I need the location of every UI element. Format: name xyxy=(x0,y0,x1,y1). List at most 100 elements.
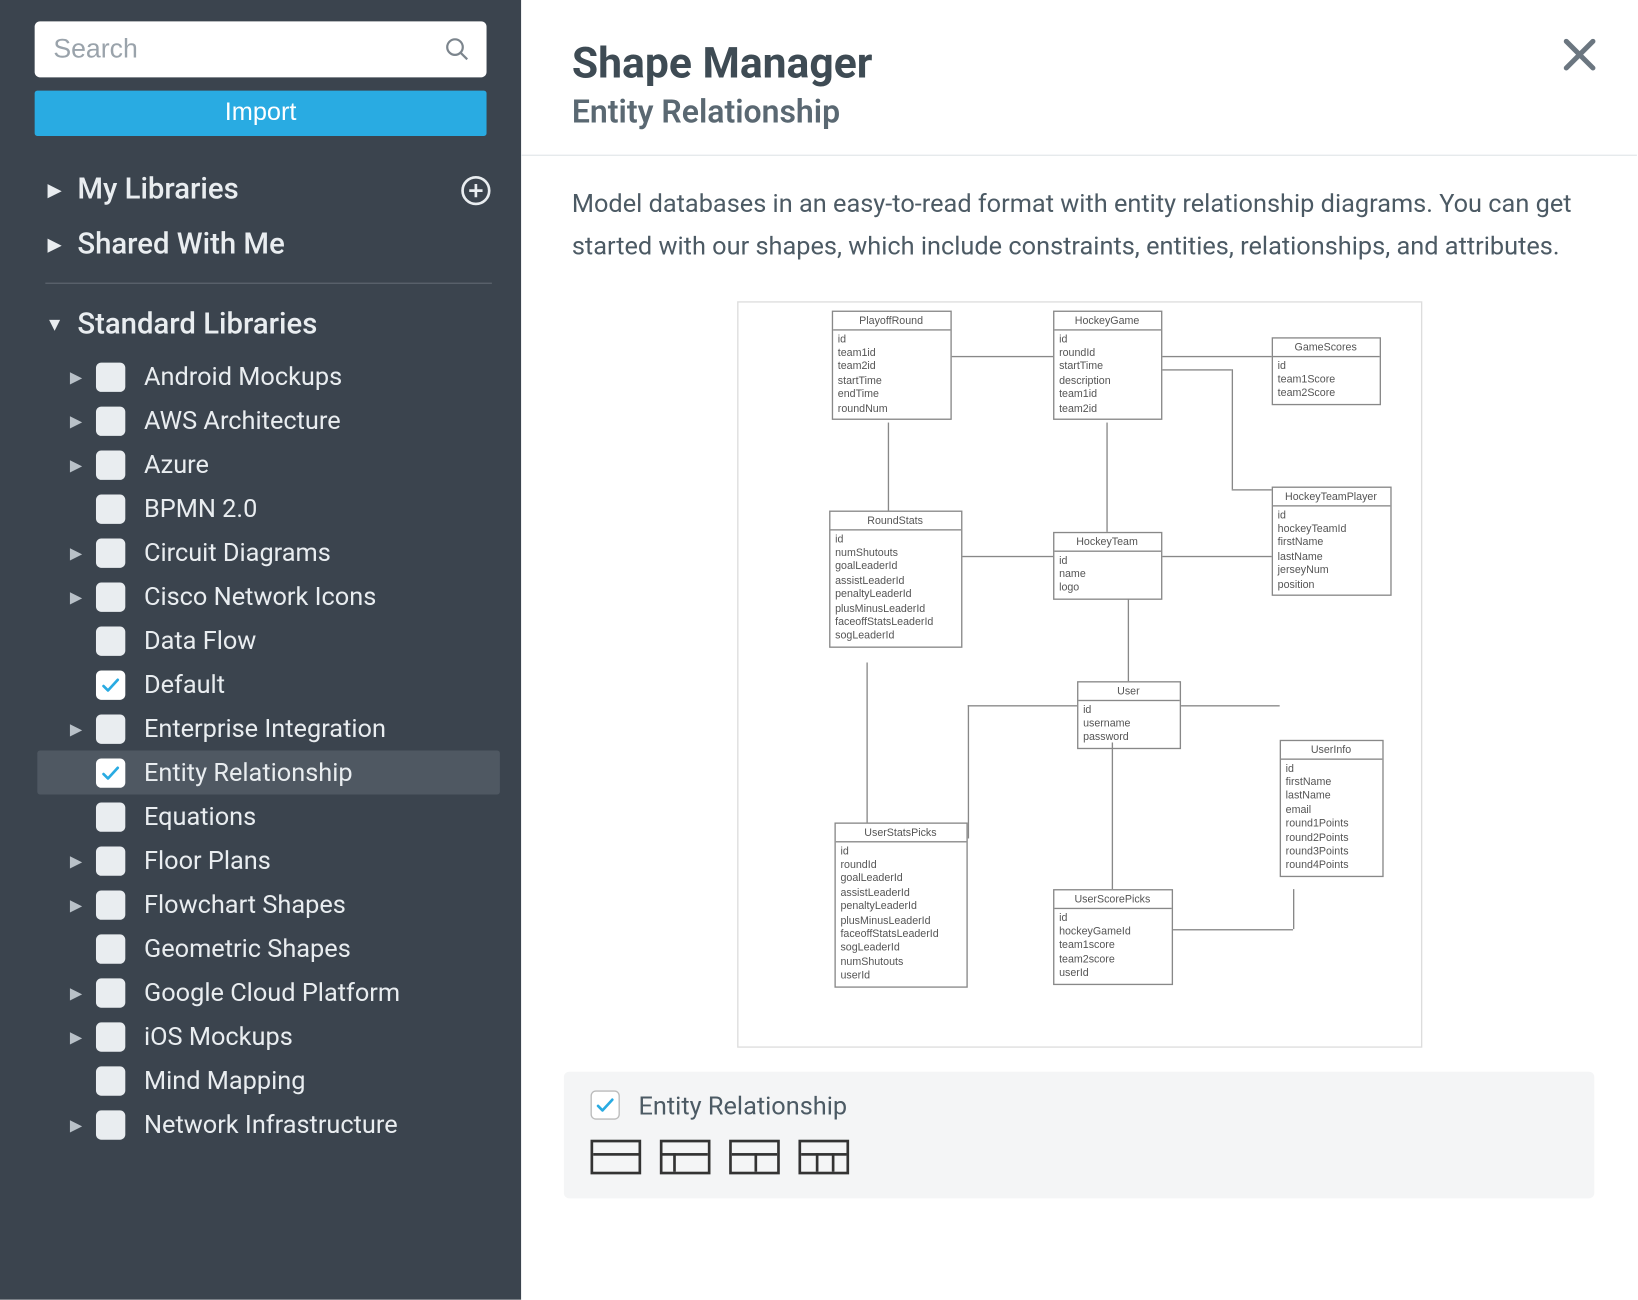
entity-attrs: idroundIdgoalLeaderIdassistLeaderIdpenal… xyxy=(835,842,966,986)
library-label: Google Cloud Platform xyxy=(144,977,400,1008)
entity-box: Useridusernamepassword xyxy=(1076,681,1180,749)
shape-icons-row xyxy=(591,1139,1568,1174)
caret-right-icon: ▶ xyxy=(67,719,86,738)
library-checkbox[interactable] xyxy=(96,846,125,875)
add-library-icon[interactable] xyxy=(460,174,492,206)
entity-shape-icon[interactable] xyxy=(660,1139,711,1174)
sidebar-item[interactable]: ▶Network Infrastructure xyxy=(37,1102,500,1146)
library-checkbox[interactable] xyxy=(96,758,125,787)
library-checkbox[interactable] xyxy=(96,494,125,523)
entity-shape-icon[interactable] xyxy=(729,1139,780,1174)
caret-right-icon: ▶ xyxy=(67,851,86,870)
group-label: Entity Relationship xyxy=(639,1090,848,1121)
entity-attrs: idteam1idteam2idstartTimeendTimeroundNum xyxy=(832,330,949,418)
search-icon xyxy=(444,36,471,63)
library-label: Equations xyxy=(144,801,256,832)
sidebar-item[interactable]: ▶Entity Relationship xyxy=(37,750,500,794)
sidebar-item[interactable]: ▶ Floor Plans xyxy=(37,838,500,882)
sidebar-item[interactable]: ▶Mind Mapping xyxy=(37,1058,500,1102)
library-checkbox[interactable] xyxy=(96,362,125,391)
library-checkbox[interactable] xyxy=(96,890,125,919)
library-checkbox[interactable] xyxy=(96,626,125,655)
sidebar-item[interactable]: ▶Data Flow xyxy=(37,619,500,663)
library-checkbox[interactable] xyxy=(96,1110,125,1139)
entity-box: HockeyGameidroundIdstartTimedescriptiont… xyxy=(1052,310,1161,420)
sidebar-item[interactable]: ▶Android Mockups xyxy=(37,355,500,399)
library-label: iOS Mockups xyxy=(144,1021,293,1052)
sidebar-item[interactable]: ▶ Enterprise Integration xyxy=(37,706,500,750)
section-shared-with-me[interactable]: ▶ Shared With Me xyxy=(37,217,500,272)
library-label: AWS Architecture xyxy=(144,405,341,436)
sidebar-item[interactable]: ▶Cisco Network Icons xyxy=(37,575,500,619)
connector-line xyxy=(1231,369,1232,489)
description-text: Model databases in an easy-to-read forma… xyxy=(572,183,1585,269)
caret-right-icon: ▶ xyxy=(67,587,86,606)
library-label: Default xyxy=(144,669,225,700)
library-label: Data Flow xyxy=(144,625,256,656)
connector-line xyxy=(967,705,1076,706)
library-checkbox[interactable] xyxy=(96,582,125,611)
library-checkbox[interactable] xyxy=(96,406,125,435)
library-label: Circuit Diagrams xyxy=(144,537,331,568)
sidebar-item[interactable]: ▶BPMN 2.0 xyxy=(37,487,500,531)
section-my-libraries[interactable]: ▶ My Libraries xyxy=(37,163,500,218)
sidebar-item[interactable]: ▶ Google Cloud Platform xyxy=(37,970,500,1014)
sidebar-item[interactable]: ▶AWS Architecture xyxy=(37,399,500,443)
connector-line xyxy=(1180,705,1279,706)
library-checkbox[interactable] xyxy=(96,1066,125,1095)
library-label: Enterprise Integration xyxy=(144,713,386,744)
sidebar-item[interactable]: ▶ iOS Mockups xyxy=(37,1014,500,1058)
library-checkbox[interactable] xyxy=(96,714,125,743)
connector-line xyxy=(962,555,1053,556)
entity-box: HockeyTeamPlayeridhockeyTeamIdfirstNamel… xyxy=(1271,486,1391,596)
library-label: Mind Mapping xyxy=(144,1065,306,1096)
entity-attrs: idusernamepassword xyxy=(1078,701,1179,748)
connector-line xyxy=(967,705,968,838)
group-checkbox[interactable] xyxy=(591,1091,620,1120)
close-icon[interactable] xyxy=(1560,35,1600,75)
entity-attrs: idnumShutoutsgoalLeaderIdassistLeaderIdp… xyxy=(830,530,961,646)
entity-box: GameScoresidteam1Scoreteam2Score xyxy=(1271,337,1380,405)
sidebar-item[interactable]: ▶Equations xyxy=(37,794,500,838)
sidebar-item[interactable]: ▶Azure xyxy=(37,443,500,487)
entity-box: RoundStatsidnumShutoutsgoalLeaderIdassis… xyxy=(828,510,961,647)
connector-line xyxy=(1172,929,1292,930)
entity-name: HockeyTeamPlayer xyxy=(1272,487,1389,506)
connector-line xyxy=(1162,355,1271,356)
main-panel: Shape Manager Entity Relationship Model … xyxy=(521,0,1637,1300)
entity-shape-icon[interactable] xyxy=(798,1139,849,1174)
sidebar-item[interactable]: ▶Flowchart Shapes xyxy=(37,882,500,926)
library-tree: ▶ My Libraries ▶ Shared With Me ▼ Standa… xyxy=(0,163,521,1300)
library-label: BPMN 2.0 xyxy=(144,493,257,524)
library-label: Network Infrastructure xyxy=(144,1109,398,1140)
connector-line xyxy=(1162,555,1271,556)
library-checkbox[interactable] xyxy=(96,978,125,1007)
entity-name: User xyxy=(1078,682,1179,701)
entity-attrs: idroundIdstartTimedescriptionteam1idteam… xyxy=(1054,330,1161,418)
library-checkbox[interactable] xyxy=(96,670,125,699)
library-label: Floor Plans xyxy=(144,845,271,876)
section-standard-libraries[interactable]: ▼ Standard Libraries xyxy=(37,297,500,352)
sidebar-item[interactable]: ▶Geometric Shapes xyxy=(37,926,500,970)
library-checkbox[interactable] xyxy=(96,450,125,479)
sidebar-item[interactable]: ▶Circuit Diagrams xyxy=(37,531,500,575)
entity-shape-icon[interactable] xyxy=(591,1139,642,1174)
library-label: Geometric Shapes xyxy=(144,933,351,964)
caret-right-icon: ▶ xyxy=(67,983,86,1002)
group-checkbox-row[interactable]: Entity Relationship xyxy=(591,1090,1568,1121)
caret-right-icon: ▶ xyxy=(67,455,86,474)
library-checkbox[interactable] xyxy=(96,1022,125,1051)
library-checkbox[interactable] xyxy=(96,934,125,963)
connector-line xyxy=(1292,889,1293,929)
connector-line xyxy=(951,355,1052,356)
caret-right-icon: ▶ xyxy=(67,1027,86,1046)
sidebar-item[interactable]: ▶Default xyxy=(37,663,500,707)
connector-line xyxy=(1127,598,1128,681)
library-checkbox[interactable] xyxy=(96,538,125,567)
import-button[interactable]: Import xyxy=(35,91,487,136)
search-input[interactable] xyxy=(35,21,487,77)
library-checkbox[interactable] xyxy=(96,802,125,831)
search-box xyxy=(35,21,487,77)
caret-right-icon: ▶ xyxy=(45,179,64,200)
connector-line xyxy=(1111,742,1112,889)
